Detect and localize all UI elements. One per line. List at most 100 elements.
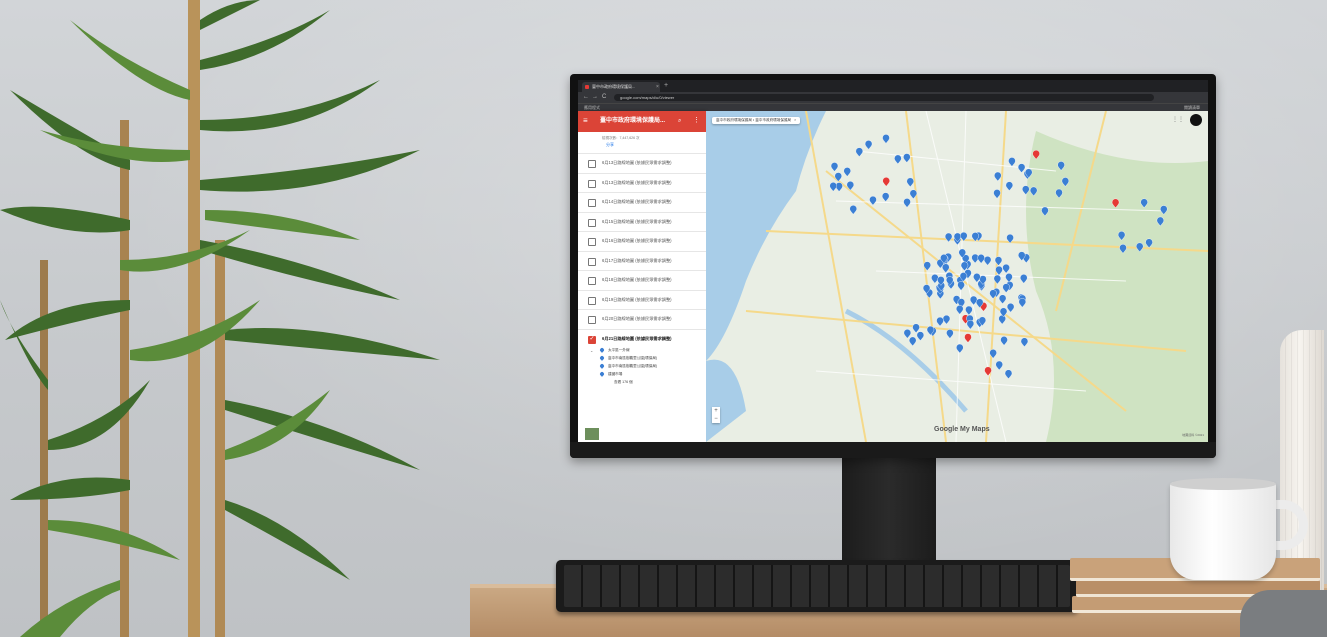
menu-icon[interactable]: ≡ (583, 115, 588, 127)
show-more-link[interactable]: 查看 176 個 (578, 379, 706, 387)
layer-item[interactable]: 6月20日路線地圖 (依據民眾需求調整) (578, 309, 706, 329)
close-icon[interactable]: × (794, 118, 796, 122)
map-pin[interactable] (882, 177, 890, 187)
map-pin[interactable] (903, 329, 912, 339)
reload-icon[interactable]: C (602, 92, 606, 103)
share-link[interactable]: 分享 (606, 142, 614, 148)
map-pin[interactable] (1002, 263, 1010, 274)
chevron-down-icon[interactable]: ⌄ (590, 347, 593, 354)
map-pin[interactable] (909, 189, 918, 200)
map-pin[interactable] (994, 171, 1002, 182)
more-options-icon[interactable]: ⋮ (693, 115, 700, 127)
map-pin[interactable] (1061, 177, 1070, 187)
map-pin[interactable] (1005, 181, 1014, 191)
layer-checkbox[interactable] (588, 335, 596, 344)
map-pin[interactable] (1017, 163, 1026, 173)
map-pin[interactable] (989, 349, 997, 359)
map-pin[interactable] (834, 172, 842, 182)
layer-item[interactable]: 6月17日路線地圖 (依據民眾需求調整) (578, 250, 706, 271)
place-list-item[interactable]: 建國市場 (578, 371, 706, 379)
map-canvas[interactable]: 臺中市政府環境保護局 • 臺中市政府環境保護局 × ⋮⋮ + − Google M… (706, 111, 1208, 442)
layer-checkbox[interactable] (588, 257, 596, 266)
map-pin[interactable] (903, 198, 911, 208)
map-pin[interactable] (1160, 205, 1168, 215)
map-pin[interactable] (849, 205, 857, 215)
place-list-item[interactable]: 臺中市南區樹義里公園(環保局) (578, 355, 706, 363)
map-pin[interactable] (956, 305, 964, 315)
map-pin[interactable] (995, 360, 1003, 371)
map-pin[interactable] (923, 261, 931, 271)
map-pin[interactable] (829, 182, 837, 192)
layer-item[interactable]: 6月13日路線地圖 (依據民眾需求調整) (578, 153, 706, 173)
map-pin[interactable] (946, 329, 954, 339)
map-pin[interactable] (1008, 157, 1016, 167)
map-pin[interactable] (869, 195, 877, 206)
layer-checkbox[interactable] (588, 296, 596, 305)
map-pin[interactable] (993, 189, 1001, 199)
map-pin[interactable] (903, 153, 911, 163)
browser-tab[interactable]: 臺中市政府環境保護局... × (582, 82, 660, 92)
map-pin[interactable] (855, 147, 864, 157)
map-pin[interactable] (1018, 298, 1027, 308)
map-pin[interactable] (1022, 185, 1030, 195)
map-pin[interactable] (964, 333, 972, 343)
apps-grid-icon[interactable]: ⋮⋮ (1172, 116, 1184, 123)
layer-item[interactable]: 6月21日路線地圖 (依據民眾需求調整) (578, 328, 706, 349)
layer-checkbox[interactable] (588, 218, 596, 227)
place-list-item[interactable]: 臺中市南區樹義里公園(環保局) (578, 363, 706, 371)
map-pin[interactable] (864, 140, 873, 150)
layer-item[interactable]: 6月18日路線地圖 (依據民眾需求調整) (578, 270, 706, 290)
map-pin[interactable] (881, 192, 890, 202)
map-pin[interactable] (995, 265, 1003, 276)
map-pin[interactable] (944, 232, 953, 243)
map-pin[interactable] (846, 181, 855, 191)
url-field[interactable]: google.com/maps/d/u/0/viewer (614, 94, 1154, 101)
map-pin[interactable] (906, 177, 914, 188)
map-pin[interactable] (916, 331, 925, 341)
zoom-out-button[interactable]: − (712, 415, 720, 423)
map-pin[interactable] (1145, 238, 1153, 249)
layer-item[interactable]: 6月16日路線地圖 (依據民眾需求調整) (578, 231, 706, 251)
map-pin[interactable] (1136, 242, 1144, 253)
map-pin[interactable] (830, 162, 839, 172)
map-pin[interactable] (957, 281, 965, 291)
place-list-item[interactable]: ⌄ 太平區一外線 (578, 347, 706, 355)
basemap-thumbnail[interactable] (584, 427, 600, 441)
map-pin[interactable] (994, 256, 1003, 266)
layer-item[interactable]: 6月15日路線地圖 (依據民眾需求調整) (578, 211, 706, 232)
map-pin[interactable] (1029, 186, 1038, 197)
map-pin[interactable] (942, 314, 951, 325)
map-pin[interactable] (908, 336, 917, 347)
layer-checkbox[interactable] (588, 179, 596, 188)
map-pin[interactable] (1156, 216, 1165, 227)
back-icon[interactable]: ← (583, 92, 589, 103)
new-tab-button[interactable]: + (664, 80, 668, 92)
map-pin[interactable] (942, 263, 950, 274)
map-pin[interactable] (1020, 274, 1028, 284)
map-pin[interactable] (965, 305, 973, 316)
map-pin[interactable] (936, 316, 944, 327)
map-pin[interactable] (1006, 302, 1015, 313)
map-pin[interactable] (1000, 336, 1008, 346)
map-pin[interactable] (1111, 198, 1120, 209)
avatar[interactable] (1190, 114, 1202, 126)
map-pin[interactable] (969, 295, 978, 306)
map-pin[interactable] (956, 343, 964, 354)
map-pin[interactable] (835, 182, 843, 192)
layer-checkbox[interactable] (588, 277, 596, 285)
map-pin[interactable] (960, 231, 968, 242)
layer-checkbox[interactable] (588, 316, 596, 324)
map-pin[interactable] (1006, 233, 1014, 244)
map-pin[interactable] (882, 134, 890, 144)
layer-item[interactable]: 6月19日路線地圖 (依據民眾需求調整) (578, 289, 706, 310)
tab-close-icon[interactable]: × (656, 82, 659, 92)
map-pin[interactable] (998, 294, 1007, 305)
map-pin[interactable] (1032, 149, 1040, 160)
bookmark-apps[interactable]: 應用程式 (584, 104, 600, 111)
map-pin[interactable] (1057, 161, 1065, 171)
map-pin[interactable] (1119, 244, 1127, 254)
layer-checkbox[interactable] (588, 160, 596, 168)
layer-item[interactable]: 6月13日路線地圖 (依據民眾需求調整) (578, 172, 706, 193)
map-pin[interactable] (1117, 231, 1126, 241)
map-pin[interactable] (998, 314, 1006, 325)
